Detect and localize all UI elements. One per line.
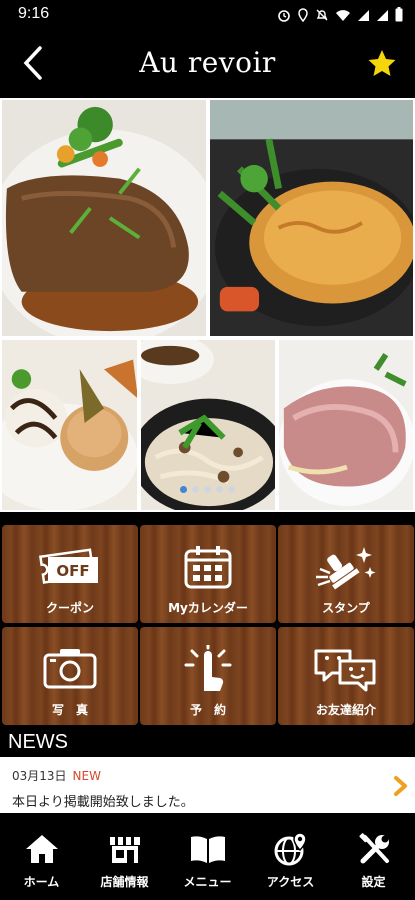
signal-icon-2 <box>376 7 389 26</box>
menu-label-reservation: 予 約 <box>189 703 226 717</box>
menu-label-photo: 写 真 <box>51 703 88 717</box>
menu-reservation-button[interactable]: 予 約 <box>140 627 276 725</box>
menu-photo-button[interactable]: 写 真 <box>2 627 138 725</box>
news-item[interactable]: 03月13日 NEW 本日より掲載開始致しました。 <box>0 757 415 813</box>
menu-referral-button[interactable]: お友達紹介 <box>278 627 414 725</box>
settings-tools-icon <box>358 833 389 864</box>
signal-icon-1 <box>357 7 370 26</box>
news-new-badge: NEW <box>72 769 101 783</box>
news-heading: NEWS <box>0 727 415 757</box>
news-text: 本日より掲載開始致しました。 <box>12 795 194 810</box>
nav-home[interactable]: ホーム <box>0 813 83 900</box>
friend-referral-icon <box>314 649 376 692</box>
access-globe-icon <box>274 833 307 866</box>
status-icons <box>277 6 403 26</box>
carousel-indicator <box>0 486 415 493</box>
store-icon <box>109 837 140 863</box>
stamp-icon <box>316 547 376 590</box>
page-title: Au revoir <box>139 46 276 79</box>
menu-calendar-button[interactable]: Myカレンダー <box>140 525 276 623</box>
news-date-line: 03月13日 NEW <box>12 767 101 784</box>
menu-coupon-button[interactable]: OFF クーポン <box>2 525 138 623</box>
carousel-dot-1[interactable] <box>180 486 187 493</box>
status-bar: 9:16 <box>0 0 415 32</box>
location-icon <box>297 7 309 26</box>
menu-label-calendar: Myカレンダー <box>168 601 248 615</box>
coupon-badge-text: OFF <box>56 562 89 580</box>
carousel-dot-4[interactable] <box>216 486 223 493</box>
favorite-button[interactable] <box>367 48 397 78</box>
nav-home-label: ホーム <box>23 875 60 889</box>
star-icon <box>368 50 396 76</box>
wifi-icon <box>335 7 351 26</box>
menu-label-referral: お友達紹介 <box>315 703 376 717</box>
photo-carousel[interactable] <box>0 98 415 512</box>
alarm-icon <box>277 7 291 26</box>
menu-label-coupon: クーポン <box>45 601 94 615</box>
news-date: 03月13日 <box>12 769 67 783</box>
nav-access[interactable]: アクセス <box>249 813 332 900</box>
nav-settings-label: 設定 <box>361 875 386 889</box>
coupon-icon: OFF <box>39 548 98 584</box>
menu-book-icon <box>190 836 225 863</box>
menu-stamp-button[interactable]: スタンプ <box>278 525 414 623</box>
camera-icon <box>43 649 97 689</box>
mute-icon <box>315 7 329 26</box>
carousel-dot-3[interactable] <box>204 486 211 493</box>
status-time: 9:16 <box>18 5 50 22</box>
home-icon <box>25 835 58 863</box>
app-header: Au revoir <box>0 32 415 98</box>
photo-steak <box>0 98 208 338</box>
bottom-navigation: ホーム 店舗情報 メニュー アクセス 設定 <box>0 813 415 900</box>
nav-store-info[interactable]: 店舗情報 <box>83 813 166 900</box>
nav-access-label: アクセス <box>266 875 315 889</box>
calendar-icon <box>184 546 232 589</box>
nav-menu-label: メニュー <box>183 875 232 889</box>
carousel-dot-2[interactable] <box>192 486 199 493</box>
chevron-right-icon[interactable] <box>393 775 409 797</box>
menu-label-stamp: スタンプ <box>322 601 370 615</box>
photo-hamburg <box>208 98 415 338</box>
nav-store-info-label: 店舗情報 <box>100 875 149 889</box>
carousel-dot-5[interactable] <box>228 486 235 493</box>
nav-settings[interactable]: 設定 <box>332 813 415 900</box>
reservation-icon <box>184 645 232 691</box>
feature-menu-grid: OFF クーポン Myカレンダー スタンプ 写 真 予 約 お友達紹介 <box>0 515 415 727</box>
nav-menu[interactable]: メニュー <box>166 813 249 900</box>
battery-icon <box>395 6 403 26</box>
